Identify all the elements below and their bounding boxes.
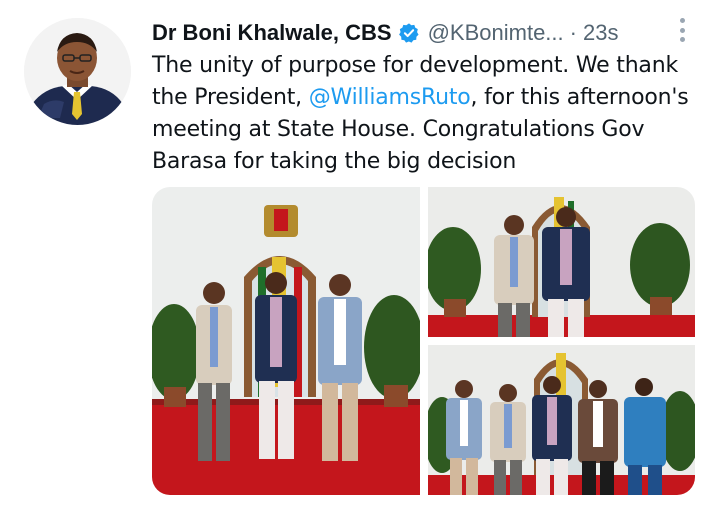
- avatar-image: [24, 18, 131, 125]
- text-segment: meeting at State House. Congratulations …: [152, 117, 645, 142]
- tweet-photo-2[interactable]: [428, 187, 695, 337]
- photo-image: [152, 187, 420, 495]
- text-segment: the President,: [152, 85, 309, 110]
- text-segment: Barasa for taking the big decision: [152, 149, 517, 174]
- tweet-text-line: The unity of purpose for development. We…: [152, 50, 712, 82]
- tweet-media-grid: [152, 187, 695, 495]
- tweet-text: The unity of purpose for development. We…: [152, 50, 712, 178]
- verified-badge-icon: [398, 22, 420, 44]
- more-options-icon[interactable]: [673, 15, 691, 45]
- separator-dot: ·: [569, 20, 577, 45]
- photo-image: [428, 187, 695, 337]
- author-handle[interactable]: @KBonimte...: [428, 20, 564, 46]
- author-name[interactable]: Dr Boni Khalwale, CBS: [152, 20, 392, 46]
- more-dot: [679, 18, 685, 23]
- author-avatar[interactable]: [24, 18, 131, 125]
- tweet-header: Dr Boni Khalwale, CBS @KBonimte... · 23s: [152, 16, 692, 50]
- more-dot: [679, 37, 685, 42]
- tweet-text-line: meeting at State House. Congratulations …: [152, 114, 712, 146]
- photo-image: [428, 345, 695, 495]
- more-dot: [679, 27, 685, 33]
- mention-link[interactable]: @WilliamsRuto: [309, 85, 471, 110]
- tweet-text-line: Barasa for taking the big decision: [152, 146, 712, 178]
- text-segment: , for this afternoon's: [470, 85, 689, 110]
- tweet-photo-1[interactable]: [152, 187, 420, 495]
- tweet-timestamp[interactable]: 23s: [583, 20, 618, 46]
- tweet-photo-3[interactable]: [428, 345, 695, 495]
- text-segment: The unity of purpose for development. We…: [152, 53, 678, 78]
- tweet-text-line: the President, @WilliamsRuto, for this a…: [152, 82, 712, 114]
